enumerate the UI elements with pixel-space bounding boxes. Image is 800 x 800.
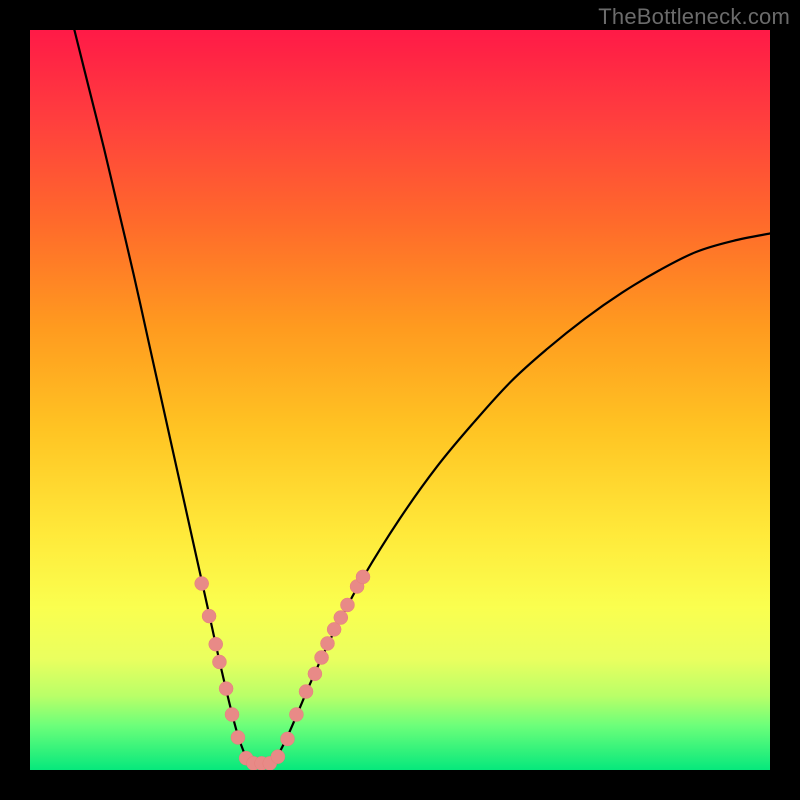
curve-right: [274, 234, 770, 763]
bead-marker: [225, 708, 239, 722]
bead-marker: [209, 637, 223, 651]
bead-marker: [315, 651, 329, 665]
bead-marker: [212, 655, 226, 669]
chart-svg: [30, 30, 770, 770]
bead-marker: [334, 611, 348, 625]
bead-marker: [356, 570, 370, 584]
bead-marker: [202, 609, 216, 623]
bead-marker: [231, 730, 245, 744]
chart-frame: TheBottleneck.com: [0, 0, 800, 800]
bead-marker: [320, 636, 334, 650]
bead-marker: [281, 732, 295, 746]
bead-marker: [195, 577, 209, 591]
bead-marker: [299, 685, 313, 699]
bead-marker: [271, 750, 285, 764]
bead-marker: [308, 667, 322, 681]
bead-marker: [219, 682, 233, 696]
watermark-label: TheBottleneck.com: [598, 4, 790, 30]
plot-area: [30, 30, 770, 770]
bead-marker: [289, 708, 303, 722]
curve-left: [74, 30, 248, 763]
bead-marker: [340, 598, 354, 612]
